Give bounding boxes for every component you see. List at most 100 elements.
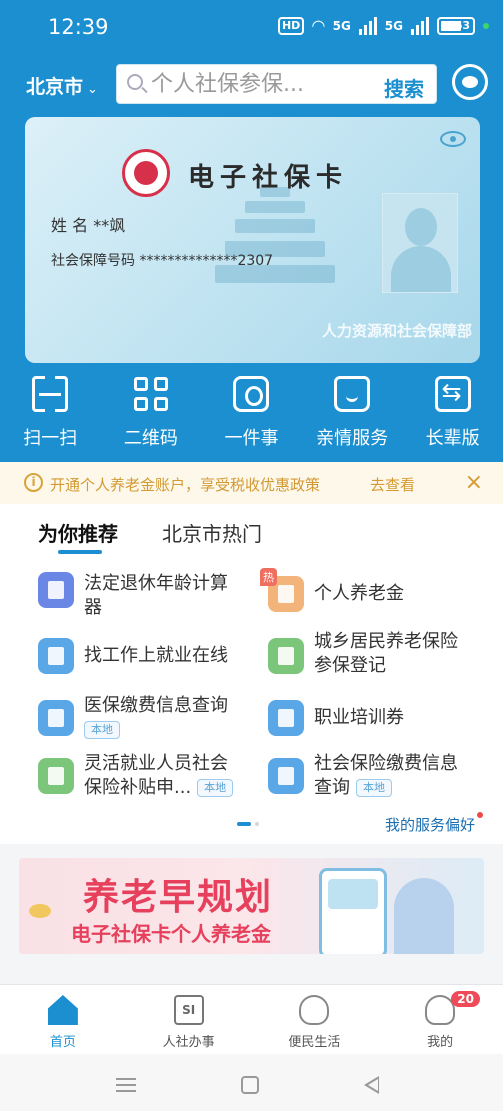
- battery-icon: 63: [437, 16, 475, 35]
- card-title: 电子社保卡: [188, 163, 349, 193]
- nav-convenience-life[interactable]: 便民生活: [252, 985, 378, 1054]
- battery-level: 63: [454, 18, 470, 32]
- ssn-value: **************2307: [139, 253, 274, 269]
- recommend-panel: 为你推荐 北京市热门 法定退休年龄计算器 热 个人养老金 找工作上就业在线 城乡…: [0, 504, 503, 844]
- action-qrcode[interactable]: 二维码: [101, 374, 202, 456]
- service-retirement-calculator[interactable]: 法定退休年龄计算器: [38, 572, 258, 622]
- service-medical-insurance-query[interactable]: 医保缴费信息查询 本地: [38, 694, 258, 744]
- person-illustration: [394, 878, 454, 954]
- service-training-voucher[interactable]: 职业培训券: [268, 700, 488, 740]
- action-one-thing[interactable]: 一件事: [201, 374, 302, 456]
- nav-home[interactable]: 首页: [0, 985, 126, 1054]
- action-label: 亲情服务: [316, 428, 389, 449]
- service-social-insurance-payment-query[interactable]: 社会保险缴费信息 查询 本地: [268, 752, 488, 802]
- network-label-2: 5G: [384, 18, 403, 33]
- service-job-search[interactable]: 找工作上就业在线: [38, 638, 258, 678]
- social-security-card[interactable]: 电子社保卡 姓 名 **飒 社会保障号码 **************2307 …: [25, 117, 480, 363]
- home-button-icon[interactable]: [241, 1076, 259, 1094]
- chevron-down-icon: ⌄: [87, 82, 98, 97]
- search-document-icon: [268, 758, 304, 794]
- pension-banner[interactable]: 养老早规划 电子社保卡个人养老金: [19, 858, 484, 954]
- status-bar: 12:39 HD ◠ 5G 5G 63: [0, 0, 503, 58]
- signal-icon: [358, 16, 377, 35]
- local-tag: 本地: [197, 779, 234, 797]
- service-preference-link[interactable]: 我的服务偏好: [385, 812, 484, 835]
- name-value: **飒: [93, 216, 126, 235]
- service-label: 个人养老金: [314, 583, 404, 604]
- local-tag: 本地: [84, 721, 120, 739]
- nav-mine[interactable]: 20 我的: [377, 985, 503, 1054]
- bottom-nav: 首页 SI 人社办事 便民生活 20 我的: [0, 984, 503, 1054]
- wifi-icon: ◠: [312, 16, 325, 35]
- privacy-indicator: [483, 22, 489, 29]
- phone-illustration: [319, 868, 387, 954]
- network-label: 5G: [332, 18, 351, 33]
- family-service-icon: [334, 376, 371, 412]
- notice-text: 开通个人养老金账户，享受税收优惠政策: [50, 476, 321, 494]
- ssn-label: 社会保障号码: [51, 253, 135, 269]
- banner-subtitle: 电子社保卡个人养老金: [71, 922, 271, 946]
- service-label: 城乡居民养老保险 参保登记: [314, 631, 458, 676]
- elder-mode-icon: [434, 376, 471, 412]
- city-name: 北京市: [26, 76, 84, 98]
- notification-badge: 20: [451, 991, 480, 1007]
- coin-icon: [29, 904, 51, 918]
- document-icon: [38, 638, 74, 674]
- quick-actions: 扫一扫 二维码 一件事 亲情服务 长辈版: [0, 374, 503, 456]
- action-label: 二维码: [123, 428, 178, 449]
- service-label: 社会保险缴费信息 查询 本地: [314, 753, 458, 798]
- calculator-icon: [38, 572, 74, 608]
- action-label: 扫一扫: [23, 428, 78, 449]
- notice-link[interactable]: 去查看: [370, 474, 415, 495]
- search-bar[interactable]: 搜索: [116, 64, 437, 104]
- ticket-icon: [268, 700, 304, 736]
- menu-icon[interactable]: [116, 1078, 136, 1092]
- service-flexible-employment-subsidy[interactable]: 灵活就业人员社会 保险补贴申... 本地: [38, 752, 258, 802]
- card-name: 姓 名 **飒: [51, 212, 125, 236]
- nav-hr-affairs[interactable]: SI 人社办事: [126, 985, 252, 1054]
- info-icon: i: [24, 473, 43, 492]
- service-resident-pension[interactable]: 城乡居民养老保险 参保登记: [268, 630, 488, 680]
- hd-icon: HD: [277, 16, 305, 35]
- card-ssn: 社会保障号码 **************2307: [51, 250, 273, 270]
- si-icon: SI: [173, 995, 204, 1025]
- city-selector[interactable]: 北京市 ⌄: [26, 72, 98, 99]
- nav-label: 人社办事: [162, 1035, 215, 1050]
- qrcode-icon: [133, 376, 169, 412]
- action-label: 一件事: [224, 428, 279, 449]
- tab-underline: [58, 550, 102, 554]
- handshake-icon: [299, 995, 330, 1025]
- eye-icon[interactable]: [440, 131, 466, 147]
- signal-icon-2: [411, 16, 429, 35]
- headset-icon[interactable]: [452, 64, 488, 100]
- nav-label: 便民生活: [288, 1035, 341, 1050]
- close-icon[interactable]: ×: [465, 470, 483, 495]
- search-icon: [127, 74, 143, 90]
- top-area: 12:39 HD ◠ 5G 5G 63 北京市⌄ 搜索: [0, 0, 503, 462]
- service-label: 灵活就业人员社会 保险补贴申... 本地: [84, 752, 234, 800]
- action-elder-mode[interactable]: 长辈版: [402, 374, 503, 456]
- one-thing-icon: [233, 376, 270, 412]
- money-bag-icon: [38, 758, 74, 794]
- search-input[interactable]: [151, 69, 371, 99]
- action-family-service[interactable]: 亲情服务: [302, 374, 403, 456]
- service-personal-pension[interactable]: 热 个人养老金: [260, 568, 488, 616]
- home-icon: [47, 995, 78, 1025]
- service-label: 医保缴费信息查询 本地: [84, 694, 228, 742]
- tab-recommend[interactable]: 为你推荐: [38, 518, 118, 547]
- pension-notice[interactable]: i 开通个人养老金账户，享受税收优惠政策 去查看 ×: [0, 462, 503, 504]
- nav-label: 我的: [427, 1035, 454, 1050]
- service-label: 找工作上就业在线: [84, 645, 228, 666]
- local-tag: 本地: [356, 779, 392, 797]
- card-issuer: 人力资源和社会保障部: [321, 322, 472, 340]
- status-time: 12:39: [48, 15, 109, 39]
- social-security-logo: [122, 149, 170, 197]
- nav-label: 首页: [49, 1035, 76, 1050]
- medical-card-icon: [38, 700, 74, 736]
- header: 北京市⌄ 搜索: [0, 62, 503, 106]
- action-scan[interactable]: 扫一扫: [0, 374, 101, 456]
- tab-city-hot[interactable]: 北京市热门: [162, 518, 262, 547]
- name-label: 姓 名: [51, 216, 89, 235]
- search-button[interactable]: 搜索: [384, 73, 424, 102]
- back-icon[interactable]: [364, 1076, 379, 1094]
